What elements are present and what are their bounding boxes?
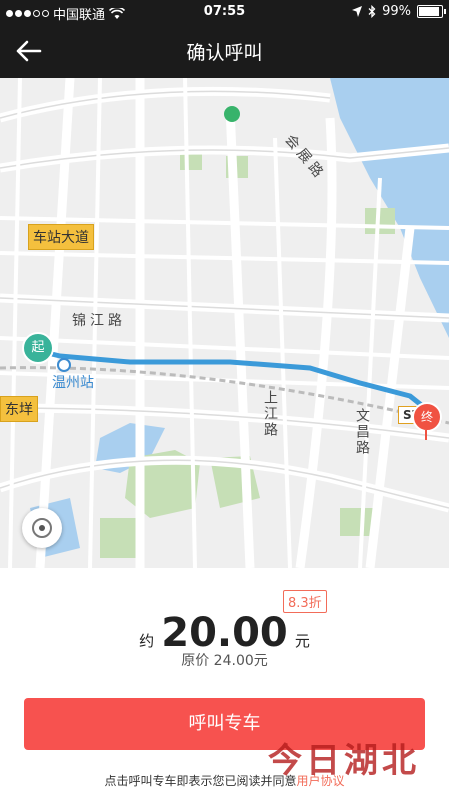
train-station-icon	[57, 358, 71, 372]
map-road-label: 车站大道	[28, 224, 94, 250]
map-view[interactable]: 会展路 车站大道 锦江路 温州站 东垟 上江路 文昌路 S77 起 终	[0, 78, 449, 568]
gas-station-icon	[224, 106, 240, 122]
end-marker: 终	[412, 402, 442, 432]
map-label: 上江路	[262, 390, 278, 438]
locate-button[interactable]	[22, 508, 62, 548]
map-road-label: 东垟	[0, 396, 38, 422]
battery-percent: 99%	[382, 4, 411, 19]
bluetooth-icon	[368, 5, 376, 18]
map-label: 温州站	[52, 375, 94, 391]
page-title: 确认呼叫	[186, 42, 263, 64]
status-bar: 中国联通 07:55 99%	[0, 0, 449, 24]
map-label: 文昌路	[354, 408, 370, 456]
location-arrow-icon	[352, 6, 363, 17]
fare-unit: 元	[294, 632, 310, 650]
fare-prefix: 约	[139, 632, 155, 650]
nav-bar: 确认呼叫	[0, 24, 449, 78]
map-label: 锦江路	[72, 313, 126, 329]
end-marker-pin	[425, 430, 427, 440]
start-marker: 起	[22, 332, 54, 364]
original-price: 原价 24.00元	[181, 653, 268, 669]
battery-icon	[417, 5, 446, 18]
map-canvas	[0, 78, 449, 568]
watermark-logo: 今日湖北	[268, 741, 420, 781]
